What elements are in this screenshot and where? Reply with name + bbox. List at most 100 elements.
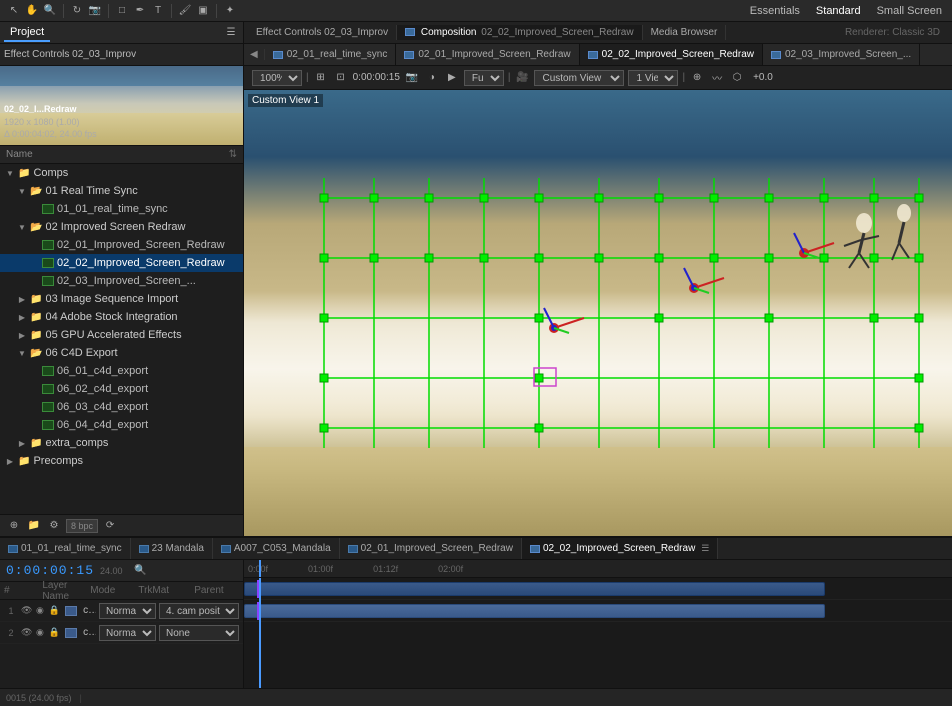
project-tab[interactable]: Project	[4, 24, 50, 42]
view-mode-select[interactable]: Custom View 1 Front Top Active Camera	[534, 70, 624, 86]
folder-06[interactable]: ▼ 📂 06 C4D Export	[0, 344, 243, 362]
folder-01[interactable]: ▼ 📂 01 Real Time Sync	[0, 182, 243, 200]
layer-parent-1[interactable]: 4. cam posit ▼	[159, 603, 239, 619]
layer-mode-1[interactable]: Norma	[99, 603, 156, 619]
folder-icon-03: 📁	[30, 294, 42, 305]
layer-solo-1[interactable]: ◉	[36, 605, 44, 616]
timeline-ruler[interactable]: 0:00f 01:00f 01:12f 02:00f	[244, 560, 952, 578]
standard-btn[interactable]: Standard	[812, 4, 865, 18]
track-bar-2[interactable]	[244, 604, 825, 618]
comp-settings-icon[interactable]: ⚙	[46, 518, 62, 534]
comp-tab-3[interactable]: 02_03_Improved_Screen_...	[763, 44, 920, 66]
camera-tool-icon[interactable]: 📷	[87, 3, 103, 19]
select-tool-icon[interactable]: ↖	[6, 3, 22, 19]
rotate-tool-icon[interactable]: ↻	[69, 3, 85, 19]
camera-icon[interactable]: 📷	[404, 70, 420, 86]
folder-icon-comps: 📁	[18, 168, 30, 179]
track-bar-1[interactable]	[244, 582, 825, 596]
tl-tab-1[interactable]: 23 Mandala	[131, 538, 213, 560]
effect-controls-tab[interactable]: Effect Controls 02_03_Improv	[4, 49, 136, 60]
composition-panel-tab[interactable]: Composition 02_02_Improved_Screen_Redraw	[397, 25, 642, 40]
motion-blur-icon[interactable]: ◑	[424, 70, 440, 86]
info-fps: 0015 (24.00 fps)	[6, 693, 72, 703]
view-count-select[interactable]: 1 View 2 Views 4 Views	[628, 70, 678, 86]
layer-solo-2[interactable]: ◉	[36, 627, 44, 638]
flow-icon[interactable]: ⟳	[102, 518, 118, 534]
rect-tool-icon[interactable]: □	[114, 3, 130, 19]
folder-comps[interactable]: ▼ 📁 Comps	[0, 164, 243, 182]
brush-tool-icon[interactable]: 🖌	[177, 3, 193, 19]
comp-01-01[interactable]: ▶ 01_01_real_time_sync	[0, 200, 243, 218]
layer-row-1[interactable]: 1 👁 ◉ 🔒 camera Norma 4. cam posit ▼	[0, 600, 243, 622]
comp-02-03[interactable]: ▶ 02_03_Improved_Screen_...	[0, 272, 243, 290]
layer-mode-2[interactable]: Norma	[99, 625, 156, 641]
3d-view-icon[interactable]: 🎥	[514, 70, 530, 86]
folder-03[interactable]: ▶ 📁 03 Image Sequence Import	[0, 290, 243, 308]
quality-select[interactable]: Full Half Auto	[464, 70, 504, 86]
tl-tab-0[interactable]: 01_01_real_time_sync	[0, 538, 131, 560]
comp-tab-1[interactable]: 02_01_Improved_Screen_Redraw	[396, 44, 579, 66]
timeline-timecode[interactable]: 0:00:00:15	[6, 563, 94, 578]
zoom-select[interactable]: 100% 50% 200%	[252, 70, 302, 86]
hand-tool-icon[interactable]: ✋	[24, 3, 40, 19]
tl-tab-close-4[interactable]: ☰	[701, 543, 709, 554]
composition-viewer[interactable]: Custom View 1	[244, 90, 952, 536]
essentials-btn[interactable]: Essentials	[746, 4, 804, 18]
layer-eye-2[interactable]: 👁	[21, 627, 33, 638]
comp-06-02[interactable]: ▶ 06_02_c4d_export	[0, 380, 243, 398]
folder-02[interactable]: ▼ 📂 02 Improved Screen Redraw	[0, 218, 243, 236]
sort-icon[interactable]: ⇅	[229, 149, 237, 160]
layer-lock-2[interactable]: 🔒	[49, 627, 60, 638]
stamp-tool-icon[interactable]: ▣	[195, 3, 211, 19]
grid-icon[interactable]: ⊞	[313, 70, 329, 86]
comp-06-04[interactable]: ▶ 06_04_c4d_export	[0, 416, 243, 434]
comp-tab-0[interactable]: 02_01_real_time_sync	[265, 44, 397, 66]
pen-tool-icon[interactable]: ✒	[132, 3, 148, 19]
project-tree[interactable]: ▼ 📁 Comps ▼ 📂 01 Real Time Sync ▶ 01_01_…	[0, 164, 243, 514]
folder-extra[interactable]: ▶ 📁 extra_comps	[0, 434, 243, 452]
layer-lock-1[interactable]: 🔒	[49, 605, 60, 616]
layer-color-2	[65, 628, 77, 638]
safe-zones-icon[interactable]: ⊡	[333, 70, 349, 86]
layer-eye-1[interactable]: 👁	[21, 605, 33, 616]
tl-tab-2[interactable]: A007_C053_Mandala	[213, 538, 340, 560]
main-toolbar: ↖ ✋ 🔍 ↻ 📷 □ ✒ T 🖌 ▣ ✦ Essentials Standar…	[0, 0, 952, 22]
separator-v1: |	[306, 72, 309, 83]
motion-path-icon[interactable]: 〰	[709, 70, 725, 86]
media-browser-panel-tab[interactable]: Media Browser	[643, 25, 727, 40]
new-item-icon[interactable]: ⊕	[6, 518, 22, 534]
comp-tab-2[interactable]: 02_02_Improved_Screen_Redraw	[580, 44, 763, 66]
comp-icon-06-04	[42, 420, 54, 430]
comp-02-01[interactable]: ▶ 02_01_Improved_Screen_Redraw	[0, 236, 243, 254]
bottom-section: 01_01_real_time_sync 23 Mandala A007_C05…	[0, 536, 952, 706]
comp-06-01[interactable]: ▶ 06_01_c4d_export	[0, 362, 243, 380]
comp-06-03[interactable]: ▶ 06_03_c4d_export	[0, 398, 243, 416]
folder-04[interactable]: ▶ 📁 04 Adobe Stock Integration	[0, 308, 243, 326]
folder-icon-btn[interactable]: 📁	[26, 518, 42, 534]
zoom-tool-icon[interactable]: 🔍	[42, 3, 58, 19]
comp-02-02[interactable]: ▶ 02_02_Improved_Screen_Redraw	[0, 254, 243, 272]
folder-precomps[interactable]: ▶ 📁 Precomps	[0, 452, 243, 470]
small-screen-btn[interactable]: Small Screen	[873, 4, 946, 18]
timeline-layers: 1 👁 ◉ 🔒 camera Norma 4. cam posit ▼ 2	[0, 600, 243, 688]
puppet-tool-icon[interactable]: ✦	[222, 3, 238, 19]
ruler-mark-1: 01:00f	[308, 564, 333, 574]
timecode-display[interactable]: 0:00:00:15	[353, 72, 400, 83]
ruler-playhead[interactable]	[259, 560, 261, 577]
layer-row-2[interactable]: 2 👁 ◉ 🔒 camera wiggle Norma None	[0, 622, 243, 644]
timeline-search-icon[interactable]: 🔍	[133, 563, 149, 579]
render-quality-icon[interactable]: ▶	[444, 70, 460, 86]
effect-controls-panel-tab[interactable]: Effect Controls 02_03_Improv	[248, 25, 397, 40]
layer-parent-2[interactable]: None	[159, 625, 239, 641]
snap-icon[interactable]: ⊕	[689, 70, 705, 86]
tl-tab-4[interactable]: 02_02_Improved_Screen_Redraw ☰	[522, 538, 718, 560]
tab-nav-left[interactable]: ◀	[244, 49, 265, 60]
panel-menu-icon[interactable]: ☰	[223, 25, 239, 41]
draft-3d-icon[interactable]: ⬡	[729, 70, 745, 86]
folder-05[interactable]: ▶ 📁 05 GPU Accelerated Effects	[0, 326, 243, 344]
comp-label-06-02: 06_02_c4d_export	[57, 383, 148, 395]
panel-bottom-bar: ⊕ 📁 ⚙ 8 bpc ⟳	[0, 514, 243, 536]
timeline-right: 0:00f 01:00f 01:12f 02:00f	[244, 560, 952, 688]
text-tool-icon[interactable]: T	[150, 3, 166, 19]
tl-tab-3[interactable]: 02_01_Improved_Screen_Redraw	[340, 538, 522, 560]
